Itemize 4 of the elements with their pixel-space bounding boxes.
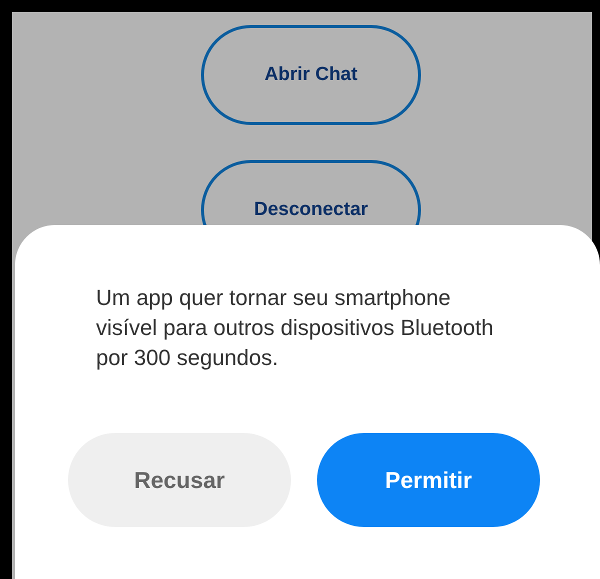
- allow-button[interactable]: Permitir: [317, 433, 540, 527]
- outline-button[interactable]: Abrir Chat: [201, 25, 421, 125]
- decline-button[interactable]: Recusar: [68, 433, 291, 527]
- dialog-message: Um app quer tornar seu smartphone visível para outros dispositivos Bluetooth por 300 segundos.: [96, 284, 494, 372]
